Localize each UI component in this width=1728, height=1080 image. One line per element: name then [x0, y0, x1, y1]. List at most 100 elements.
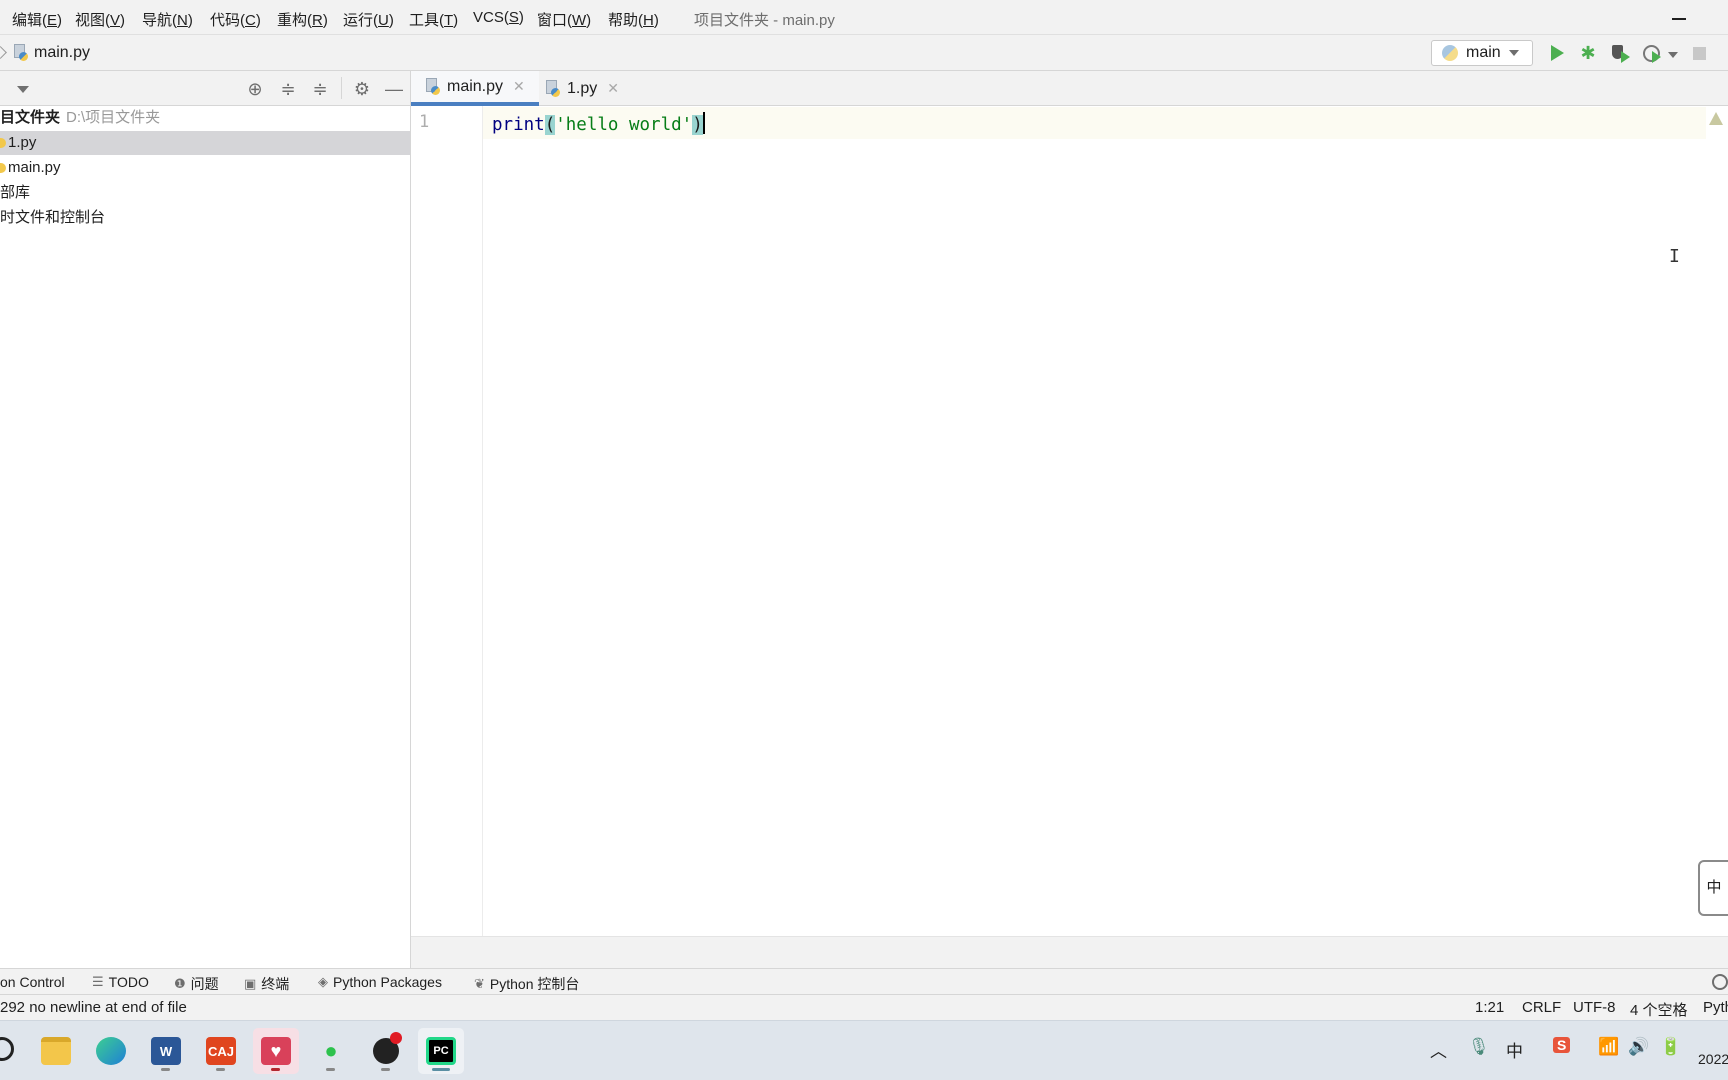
menu-run[interactable]: 运行(U) [343, 9, 394, 30]
menu-refactor[interactable]: 重构(R) [277, 9, 328, 30]
tool-label: TODO [108, 974, 149, 990]
ime-mode-indicator[interactable]: 中 [1506, 1037, 1523, 1062]
caret-position[interactable]: 1:21 [1475, 999, 1504, 1016]
taskbar-edge[interactable] [88, 1028, 134, 1074]
tool-version-control[interactable]: on Control [0, 974, 65, 990]
menu-tools[interactable]: 工具(T) [409, 9, 458, 30]
breadcrumb[interactable]: main.py [0, 43, 90, 63]
clock[interactable]: 2022 [1698, 1051, 1728, 1067]
menu-code[interactable]: 代码(C) [210, 9, 261, 30]
tool-python-console[interactable]: ❦ Python 控制台 [474, 974, 579, 994]
running-indicator [271, 1068, 280, 1071]
ime-floating-indicator[interactable]: 中 [1698, 860, 1728, 916]
expand-all-icon[interactable]: ≑ [278, 79, 298, 99]
run-with-coverage-icon[interactable] [1611, 44, 1630, 63]
window-title: 项目文件夹 - main.py [694, 12, 835, 29]
python-logo-icon [1442, 45, 1458, 61]
heart-icon: ♥ [261, 1037, 291, 1065]
python-file-icon [0, 163, 6, 173]
stop-icon[interactable] [1690, 44, 1708, 62]
run-config-selector[interactable]: main [1431, 40, 1533, 66]
code-editor[interactable]: 1 print('hello world') I [411, 106, 1728, 936]
debug-bug-icon[interactable]: ✱ [1579, 44, 1597, 62]
project-root-path: D:\项目文件夹 [66, 109, 161, 126]
tool-terminal[interactable]: ▣ 终端 [244, 974, 289, 994]
pycharm-icon: PC [426, 1037, 456, 1065]
tool-todo[interactable]: ☰ TODO [92, 974, 149, 990]
menu-help[interactable]: 帮助(H) [608, 9, 659, 30]
taskbar-cajviewer[interactable]: CAJ [198, 1028, 244, 1074]
tree-file-mainpy[interactable]: main.py [0, 156, 410, 180]
project-view-dropdown-icon[interactable] [17, 86, 29, 93]
taskbar-word[interactable]: W [143, 1028, 189, 1074]
folder-icon [41, 1037, 71, 1065]
menu-edit[interactable]: 编辑(E) [12, 9, 62, 30]
search-circle-icon[interactable] [0, 1037, 14, 1061]
file-label: main.py [8, 159, 61, 176]
profile-icon[interactable] [1642, 44, 1661, 63]
battery-icon[interactable]: 🔋 [1660, 1037, 1681, 1057]
menu-window[interactable]: 窗口(W) [537, 9, 591, 30]
packages-icon: ◈ [318, 974, 328, 989]
tab-1-py[interactable]: 1.py ✕ [531, 71, 633, 106]
editor-bottom-area [411, 936, 1728, 968]
microphone-icon[interactable]: 🎙 [1468, 1037, 1490, 1057]
collapse-all-icon[interactable]: ≑ [310, 79, 330, 99]
running-indicator [161, 1068, 170, 1071]
list-icon: ☰ [92, 974, 104, 989]
taskbar-pycharm[interactable]: PC [418, 1028, 464, 1074]
minimize-button[interactable] [1670, 8, 1688, 26]
gear-icon[interactable]: ⚙ [352, 79, 372, 99]
taskbar-wechat[interactable]: ● [308, 1028, 354, 1074]
tree-scratches[interactable]: 时文件和控制台 [0, 206, 410, 230]
taskbar-obs[interactable] [363, 1028, 409, 1074]
volume-icon[interactable]: 🔊 [1628, 1037, 1649, 1057]
tab-main-py[interactable]: main.py ✕ [411, 71, 539, 106]
menu-navigate[interactable]: 导航(N) [142, 9, 193, 30]
tray-overflow-chevron-icon[interactable]: ︿ [1430, 1037, 1447, 1062]
taskbar-file-explorer[interactable] [33, 1028, 79, 1074]
tool-window-bar: on Control ☰ TODO ❶ 问题 ▣ 终端 ◈ Python Package… [0, 968, 1728, 994]
warning-icon[interactable] [1709, 112, 1723, 125]
word-icon: W [151, 1037, 181, 1065]
navigation-bar: main.py main ✱ [0, 35, 1728, 71]
line-number: 1 [419, 112, 430, 132]
line-separator[interactable]: CRLF [1522, 999, 1561, 1016]
file-encoding[interactable]: UTF-8 [1573, 999, 1616, 1016]
menu-view[interactable]: 视图(V) [75, 9, 125, 30]
code-open-paren: ( [544, 115, 556, 135]
indent-setting[interactable]: 4 个空格 [1630, 999, 1688, 1020]
close-icon[interactable]: ✕ [513, 78, 525, 95]
tab-label: 1.py [567, 79, 598, 97]
project-root-name: 目文件夹 [0, 109, 61, 126]
menu-vcs[interactable]: VCS(S) [473, 9, 524, 26]
external-libraries-label: 部库 [0, 184, 31, 201]
dropdown-arrow-icon [1508, 50, 1519, 56]
tool-label: 终端 [261, 976, 290, 992]
search-icon[interactable] [1712, 974, 1728, 990]
menu-bar: 编辑(E) 视图(V) 导航(N) 代码(C) 重构(R) 运行(U) 工具(T… [0, 0, 1728, 35]
more-run-options-icon[interactable] [1668, 52, 1678, 58]
interpreter[interactable]: Pyth [1703, 999, 1728, 1016]
tool-label: Python 控制台 [489, 976, 580, 992]
sogou-ime-icon[interactable]: S [1553, 1037, 1571, 1053]
python-file-icon [13, 44, 29, 62]
edge-icon [96, 1037, 126, 1065]
wechat-icon: ● [324, 1038, 338, 1063]
wifi-icon[interactable]: 📶 [1598, 1037, 1619, 1057]
tool-python-packages[interactable]: ◈ Python Packages [318, 974, 442, 990]
tool-label: on Control [0, 974, 65, 990]
tool-problems[interactable]: ❶ 问题 [174, 974, 219, 994]
running-indicator [216, 1068, 225, 1071]
close-icon[interactable]: ✕ [607, 80, 619, 97]
tree-root[interactable]: 目文件夹 D:\项目文件夹 [0, 106, 410, 130]
code-line[interactable]: print('hello world') [492, 112, 705, 135]
tree-external-libraries[interactable]: 部库 [0, 181, 410, 205]
breadcrumb-file[interactable]: main.py [34, 44, 90, 62]
tree-file-1py[interactable]: 1.py [0, 131, 410, 155]
taskbar-heart-app[interactable]: ♥ [253, 1028, 299, 1074]
status-message: 292 no newline at end of file [0, 999, 187, 1016]
run-icon[interactable] [1548, 44, 1566, 62]
hide-panel-icon[interactable]: — [384, 79, 404, 99]
locate-file-icon[interactable]: ⊕ [245, 79, 265, 99]
